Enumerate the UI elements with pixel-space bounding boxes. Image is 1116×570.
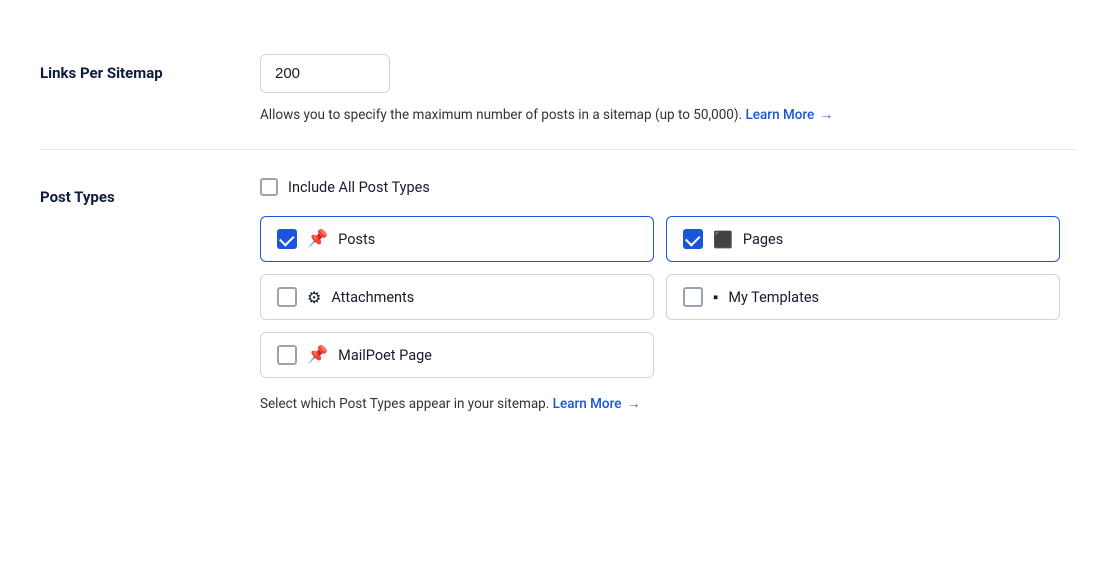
post-type-attachments[interactable]: ⚙ Attachments [260, 274, 654, 320]
my-templates-label: My Templates [728, 289, 819, 306]
post-type-mailpoet-page[interactable]: 📌 MailPoet Page [260, 332, 654, 378]
post-type-my-templates[interactable]: ▪ My Templates [666, 274, 1060, 320]
post-types-content: Include All Post Types 📌 Posts ⬛ Pages [260, 178, 1076, 412]
posts-icon: 📌 [307, 229, 328, 249]
post-types-label: Post Types [40, 178, 260, 206]
links-per-sitemap-learn-more[interactable]: Learn More → [746, 107, 834, 123]
pages-label: Pages [743, 231, 783, 248]
attachments-icon: ⚙ [307, 288, 321, 307]
my-templates-icon: ▪ [713, 288, 718, 306]
links-per-sitemap-content: Allows you to specify the maximum number… [260, 54, 1076, 125]
post-types-grid: 📌 Posts ⬛ Pages ⚙ Attachments [260, 216, 1060, 378]
my-templates-checkbox[interactable] [683, 287, 703, 307]
mailpoet-page-icon: 📌 [307, 345, 328, 365]
post-types-footer: Select which Post Types appear in your s… [260, 396, 1076, 412]
attachments-label: Attachments [331, 289, 414, 306]
pages-icon: ⬛ [713, 230, 733, 249]
post-type-pages[interactable]: ⬛ Pages [666, 216, 1060, 262]
links-per-sitemap-input[interactable] [260, 54, 390, 93]
links-per-sitemap-help: Allows you to specify the maximum number… [260, 105, 1076, 125]
posts-label: Posts [338, 231, 375, 248]
post-types-learn-more[interactable]: Learn More → [553, 396, 641, 412]
mailpoet-page-checkbox[interactable] [277, 345, 297, 365]
include-all-row[interactable]: Include All Post Types [260, 178, 1076, 196]
post-type-posts[interactable]: 📌 Posts [260, 216, 654, 262]
posts-checkbox[interactable] [277, 229, 297, 249]
include-all-label: Include All Post Types [288, 179, 430, 196]
mailpoet-page-label: MailPoet Page [338, 347, 432, 364]
attachments-checkbox[interactable] [277, 287, 297, 307]
links-per-sitemap-label: Links Per Sitemap [40, 54, 260, 82]
pages-checkbox[interactable] [683, 229, 703, 249]
include-all-checkbox[interactable] [260, 178, 278, 196]
